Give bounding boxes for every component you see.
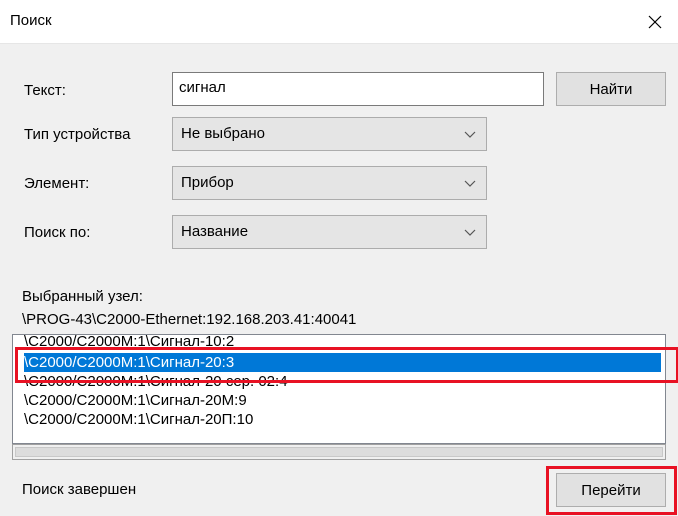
close-button[interactable] <box>632 0 678 44</box>
list-item[interactable]: \C2000/C2000M:1\Сигнал-10:2 <box>24 335 234 351</box>
search-by-label: Поиск по: <box>24 224 91 241</box>
device-type-value: Не выбрано <box>181 125 265 142</box>
search-text-input[interactable]: сигнал <box>172 72 544 106</box>
device-type-label: Тип устройства <box>24 126 131 143</box>
title-bar: Поиск <box>0 0 678 44</box>
element-value: Прибор <box>181 174 234 191</box>
results-list[interactable]: \C2000/C2000M:1\Сигнал-10:2 \C2000/C2000… <box>12 334 666 444</box>
chevron-down-icon <box>464 131 476 138</box>
window-title: Поиск <box>10 12 52 29</box>
text-label: Текст: <box>24 82 66 99</box>
list-item-selected[interactable]: \C2000/C2000M:1\Сигнал-20:3 <box>24 353 661 372</box>
search-by-value: Название <box>181 223 249 240</box>
device-type-select[interactable]: Не выбрано <box>172 117 487 151</box>
horizontal-scrollbar[interactable] <box>12 444 666 460</box>
selected-node-path: \PROG-43\C2000-Ethernet:192.168.203.41:4… <box>22 311 357 328</box>
goto-button[interactable]: Перейти <box>556 473 666 507</box>
element-select[interactable]: Прибор <box>172 166 487 200</box>
search-by-select[interactable]: Название <box>172 215 487 249</box>
list-item[interactable]: \C2000/C2000M:1\Сигнал-20М:9 <box>24 391 247 410</box>
chevron-down-icon <box>464 180 476 187</box>
element-label: Элемент: <box>24 175 90 192</box>
selected-node-label: Выбранный узел: <box>22 288 143 305</box>
list-item[interactable]: \C2000/C2000M:1\Сигнал-20 сер. 02:4 <box>24 372 288 391</box>
scrollbar-thumb[interactable] <box>15 447 663 457</box>
status-text: Поиск завершен <box>22 481 137 498</box>
close-icon <box>648 15 662 29</box>
list-item[interactable]: \C2000/C2000M:1\Сигнал-20П:10 <box>24 410 253 429</box>
chevron-down-icon <box>464 229 476 236</box>
find-button[interactable]: Найти <box>556 72 666 106</box>
